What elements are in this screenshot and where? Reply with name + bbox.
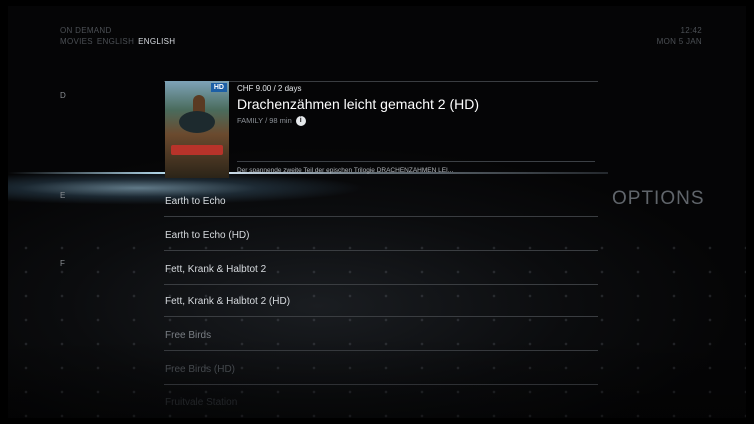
divider	[164, 316, 598, 317]
divider	[164, 250, 598, 251]
background-dot-pattern	[8, 236, 746, 418]
list-item[interactable]: Earth to Echo	[165, 196, 226, 207]
movie-meta: FAMILY / 98 min i	[237, 116, 306, 127]
list-item[interactable]: Free Birds (HD)	[165, 364, 235, 375]
breadcrumb-english[interactable]: ENGLISH	[97, 37, 134, 46]
focused-movie-title: Drachenzähmen leicht gemacht 2 (HD)	[237, 96, 479, 112]
focused-movie-card[interactable]: HD CHF 9.00 / 2 days Drachenzähmen leich…	[165, 81, 595, 179]
list-item[interactable]: Earth to Echo (HD)	[165, 230, 249, 241]
list-item[interactable]: Fruitvale Station	[165, 397, 237, 408]
breadcrumb: MOVIES ENGLISH ENGLISH	[60, 37, 175, 47]
rental-price: CHF 9.00 / 2 days	[237, 84, 302, 93]
tv-screen: ON DEMAND MOVIES ENGLISH ENGLISH 12:42 MON…	[8, 6, 746, 418]
poster-title-band	[171, 145, 223, 155]
alpha-index-d: D	[60, 91, 66, 100]
clock: 12:42	[680, 26, 702, 35]
poster-dragon-shape	[179, 111, 215, 133]
genre-duration: FAMILY / 98 min	[237, 116, 292, 125]
breadcrumb-movies[interactable]: MOVIES	[60, 37, 93, 46]
card-divider	[237, 161, 595, 162]
divider	[164, 350, 598, 351]
divider	[164, 284, 598, 285]
section-title: ON DEMAND	[60, 26, 112, 35]
divider	[164, 216, 598, 217]
list-item[interactable]: Free Birds	[165, 330, 211, 341]
movie-description: Der spannende zweite Teil der epischen T…	[237, 167, 454, 174]
info-icon[interactable]: i	[295, 116, 306, 127]
options-button[interactable]: OPTIONS	[612, 188, 705, 210]
list-item[interactable]: Fett, Krank & Halbtot 2 (HD)	[165, 296, 290, 307]
movie-poster: HD	[165, 81, 229, 178]
breadcrumb-active[interactable]: ENGLISH	[138, 37, 175, 46]
alpha-index-f: F	[60, 259, 65, 268]
alpha-index-e: E	[60, 191, 66, 200]
date: MON 5 JAN	[656, 37, 702, 46]
divider	[164, 384, 598, 385]
list-item[interactable]: Fett, Krank & Halbtot 2	[165, 264, 266, 275]
hd-badge: HD	[210, 83, 227, 92]
